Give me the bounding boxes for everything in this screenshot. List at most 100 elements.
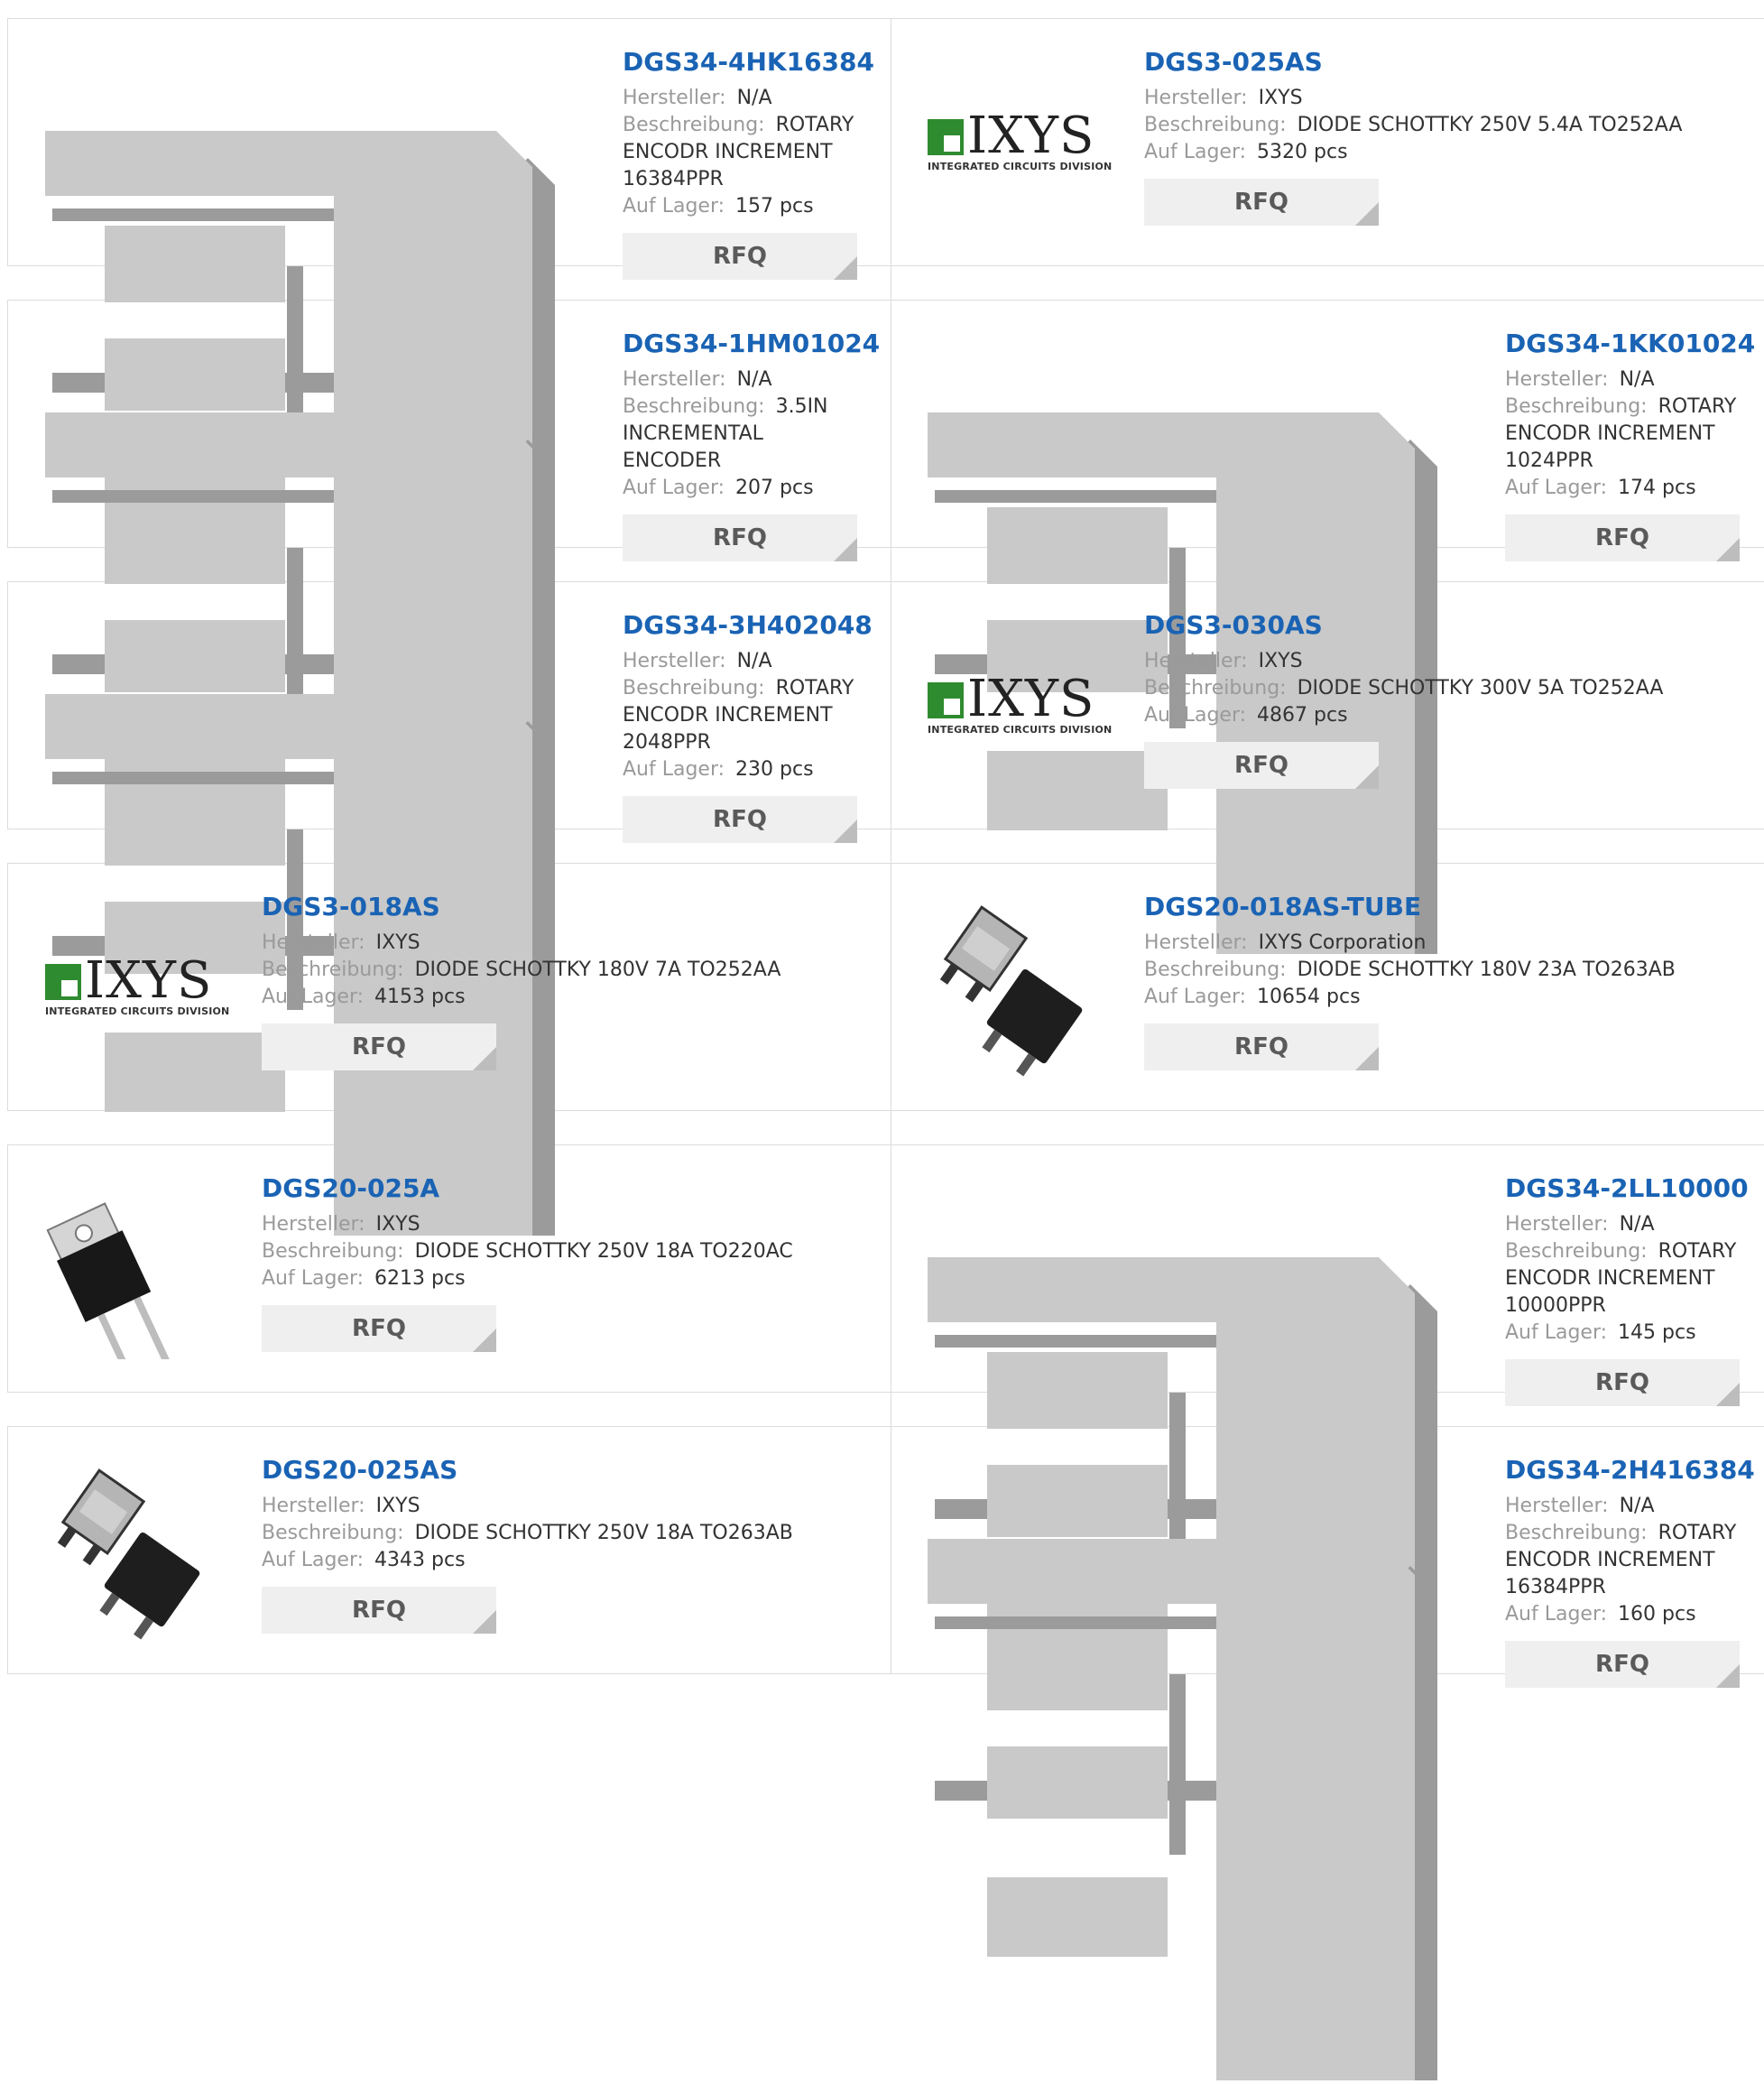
manufacturer-row: Hersteller: IXYS Corporation bbox=[1144, 930, 1740, 957]
manufacturer-row: Hersteller: N/A bbox=[623, 85, 866, 112]
manufacturer-row: Hersteller: IXYS bbox=[262, 930, 857, 957]
description-row: Beschreibung: DIODE SCHOTTKY 250V 5.4A TO… bbox=[1144, 112, 1740, 139]
manufacturer-label: Hersteller: bbox=[1144, 931, 1248, 954]
description-label: Beschreibung: bbox=[1505, 395, 1648, 418]
manufacturer-label: Hersteller: bbox=[623, 368, 726, 391]
rfq-button[interactable]: RFQ bbox=[262, 1587, 496, 1634]
product-part-number-link[interactable]: DGS34-1KK01024 bbox=[1505, 329, 1755, 359]
description-row: Beschreibung: DIODE SCHOTTKY 250V 18A TO2… bbox=[262, 1238, 857, 1265]
rfq-button[interactable]: RFQ bbox=[1505, 1359, 1740, 1406]
rfq-button[interactable]: RFQ bbox=[1144, 1023, 1379, 1070]
stock-label: Auf Lager: bbox=[1505, 477, 1608, 499]
product-part-number-link[interactable]: DGS3-018AS bbox=[262, 892, 857, 922]
product-image[interactable] bbox=[45, 1460, 226, 1644]
stock-label: Auf Lager: bbox=[623, 477, 725, 499]
manufacturer-row: Hersteller: IXYS bbox=[1144, 648, 1740, 675]
description-label: Beschreibung: bbox=[262, 959, 404, 981]
description-label: Beschreibung: bbox=[623, 677, 765, 699]
product-image[interactable] bbox=[928, 897, 1108, 1081]
description-value: DIODE SCHOTTKY 180V 23A TO263AB bbox=[1297, 959, 1676, 981]
manufacturer-value: IXYS Corporation bbox=[1258, 931, 1427, 954]
stock-row: Auf Lager: 10654 pcs bbox=[1144, 984, 1740, 1011]
stock-value: 160 pcs bbox=[1618, 1603, 1696, 1626]
rfq-button[interactable]: RFQ bbox=[1505, 514, 1740, 561]
stock-value: 157 pcs bbox=[735, 195, 814, 218]
stock-row: Auf Lager: 160 pcs bbox=[1505, 1601, 1749, 1628]
product-part-number-link[interactable]: DGS20-018AS-TUBE bbox=[1144, 892, 1740, 922]
product-part-number-link[interactable]: DGS34-4HK16384 bbox=[623, 47, 874, 78]
product-info: DGS34-1HM01024 Hersteller: N/A Beschreibu… bbox=[623, 329, 880, 561]
description-row: Beschreibung: ROTARY ENCODR INCREMENT 102… bbox=[1505, 394, 1749, 475]
manufacturer-row: Hersteller: N/A bbox=[1505, 1493, 1749, 1520]
product-part-number-link[interactable]: DGS3-025AS bbox=[1144, 47, 1740, 78]
manufacturer-row: Hersteller: N/A bbox=[623, 648, 866, 675]
stock-value: 6213 pcs bbox=[374, 1267, 466, 1290]
to220-package-icon bbox=[46, 1202, 171, 1383]
description-value: DIODE SCHOTTKY 180V 7A TO252AA bbox=[414, 959, 781, 981]
stock-label: Auf Lager: bbox=[1144, 704, 1247, 727]
description-label: Beschreibung: bbox=[1505, 1240, 1648, 1263]
description-row: Beschreibung: ROTARY ENCODR INCREMENT 100… bbox=[1505, 1238, 1749, 1320]
stock-row: Auf Lager: 4867 pcs bbox=[1144, 702, 1740, 729]
description-label: Beschreibung: bbox=[1505, 1522, 1648, 1544]
manufacturer-value: IXYS bbox=[375, 931, 420, 954]
product-part-number-link[interactable]: DGS3-030AS bbox=[1144, 610, 1740, 641]
product-image[interactable] bbox=[45, 1179, 226, 1383]
ixys-logo-mark bbox=[45, 964, 81, 1000]
description-label: Beschreibung: bbox=[623, 114, 765, 136]
manufacturer-row: Hersteller: IXYS bbox=[262, 1493, 857, 1520]
ixys-logo: IXYS INTEGRATED CIRCUITS DIVISION bbox=[928, 670, 1112, 738]
product-info: DGS20-025A Hersteller: IXYS Beschreibung:… bbox=[262, 1173, 857, 1352]
description-row: Beschreibung: DIODE SCHOTTKY 180V 23A TO2… bbox=[1144, 957, 1740, 984]
manufacturer-label: Hersteller: bbox=[623, 650, 726, 672]
product-image[interactable] bbox=[928, 1539, 1469, 2084]
product-part-number-link[interactable]: DGS34-3H402048 bbox=[623, 610, 873, 641]
stock-row: Auf Lager: 5320 pcs bbox=[1144, 139, 1740, 166]
rfq-button[interactable]: RFQ bbox=[623, 233, 857, 280]
stock-row: Auf Lager: 6213 pcs bbox=[262, 1265, 857, 1292]
rfq-button[interactable]: RFQ bbox=[1144, 179, 1379, 226]
manufacturer-label: Hersteller: bbox=[623, 87, 726, 109]
manufacturer-label: Hersteller: bbox=[1144, 87, 1248, 109]
manufacturer-value: N/A bbox=[1619, 1213, 1655, 1236]
stock-label: Auf Lager: bbox=[1505, 1603, 1608, 1626]
manufacturer-label: Hersteller: bbox=[1144, 650, 1248, 672]
rfq-button[interactable]: RFQ bbox=[1505, 1641, 1740, 1688]
description-value: DIODE SCHOTTKY 250V 5.4A TO252AA bbox=[1297, 114, 1683, 136]
product-info: DGS20-018AS-TUBE Hersteller: IXYS Corpora… bbox=[1144, 892, 1740, 1070]
manufacturer-label: Hersteller: bbox=[1505, 368, 1609, 391]
product-info: DGS3-030AS Hersteller: IXYS Beschreibung:… bbox=[1144, 610, 1740, 789]
stock-label: Auf Lager: bbox=[262, 986, 365, 1008]
manufacturer-value: IXYS bbox=[1258, 650, 1303, 672]
description-label: Beschreibung: bbox=[1144, 677, 1287, 699]
encoder-placeholder-icon bbox=[928, 1539, 1437, 2080]
description-row: Beschreibung: ROTARY ENCODR INCREMENT 163… bbox=[1505, 1520, 1749, 1601]
rfq-button[interactable]: RFQ bbox=[623, 796, 857, 843]
rfq-button[interactable]: RFQ bbox=[262, 1305, 496, 1352]
product-info: DGS34-2H416384 Hersteller: N/A Beschreibu… bbox=[1505, 1455, 1755, 1688]
manufacturer-label: Hersteller: bbox=[262, 931, 365, 954]
product-part-number-link[interactable]: DGS20-025A bbox=[262, 1173, 857, 1204]
description-label: Beschreibung: bbox=[1144, 114, 1287, 136]
manufacturer-value: N/A bbox=[1619, 1495, 1655, 1517]
stock-value: 4343 pcs bbox=[374, 1549, 466, 1571]
manufacturer-row: Hersteller: N/A bbox=[623, 366, 866, 394]
manufacturer-row: Hersteller: IXYS bbox=[1144, 85, 1740, 112]
product-part-number-link[interactable]: DGS34-2H416384 bbox=[1505, 1455, 1755, 1486]
stock-label: Auf Lager: bbox=[262, 1549, 365, 1571]
product-part-number-link[interactable]: DGS34-1HM01024 bbox=[623, 329, 880, 359]
product-info: DGS34-2LL10000 Hersteller: N/A Beschreibu… bbox=[1505, 1173, 1749, 1406]
stock-value: 5320 pcs bbox=[1257, 141, 1348, 163]
stock-label: Auf Lager: bbox=[623, 195, 725, 218]
product-info: DGS34-1KK01024 Hersteller: N/A Beschreibu… bbox=[1505, 329, 1755, 561]
rfq-button[interactable]: RFQ bbox=[623, 514, 857, 561]
stock-row: Auf Lager: 4343 pcs bbox=[262, 1547, 857, 1574]
rfq-button[interactable]: RFQ bbox=[1144, 742, 1379, 789]
manufacturer-row: Hersteller: IXYS bbox=[262, 1211, 857, 1238]
rfq-button[interactable]: RFQ bbox=[262, 1023, 496, 1070]
description-row: Beschreibung: DIODE SCHOTTKY 300V 5A TO25… bbox=[1144, 675, 1740, 702]
product-part-number-link[interactable]: DGS34-2LL10000 bbox=[1505, 1173, 1749, 1204]
product-part-number-link[interactable]: DGS20-025AS bbox=[262, 1455, 857, 1486]
manufacturer-label: Hersteller: bbox=[262, 1495, 365, 1517]
product-info: DGS3-025AS Hersteller: IXYS Beschreibung:… bbox=[1144, 47, 1740, 226]
